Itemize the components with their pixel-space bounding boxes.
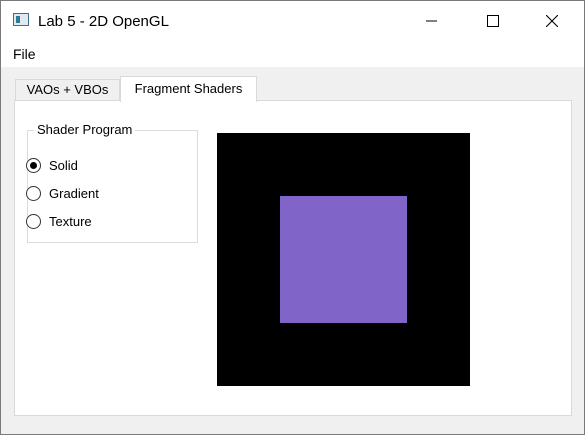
app-icon xyxy=(13,13,29,26)
menu-file[interactable]: File xyxy=(12,46,37,62)
rendered-square xyxy=(280,196,407,323)
shader-program-group: Shader Program Solid Gradient Texture xyxy=(26,122,198,243)
menu-bar: File xyxy=(1,41,584,67)
radio-button-checked[interactable] xyxy=(26,158,41,173)
radio-label-solid: Solid xyxy=(49,158,78,173)
radio-label-gradient: Gradient xyxy=(49,186,99,201)
minimize-button[interactable] xyxy=(409,1,455,41)
maximize-button[interactable] xyxy=(470,1,516,41)
main-window: Lab 5 - 2D OpenGL File VAOs + VBOs Fragm… xyxy=(0,0,585,435)
radio-button[interactable] xyxy=(26,214,41,229)
radio-button[interactable] xyxy=(26,186,41,201)
group-title: Shader Program xyxy=(34,122,136,137)
radio-label-texture: Texture xyxy=(49,214,92,229)
tab-panel-fragment-shaders: Shader Program Solid Gradient Texture xyxy=(14,100,572,416)
opengl-viewport[interactable] xyxy=(217,133,470,386)
tab-fragment-shaders[interactable]: Fragment Shaders xyxy=(120,76,257,102)
tab-bar: VAOs + VBOs Fragment Shaders xyxy=(1,67,584,102)
minimize-icon xyxy=(426,20,437,22)
tab-vaos-vbos[interactable]: VAOs + VBOs xyxy=(15,79,120,101)
close-button[interactable] xyxy=(529,1,575,41)
maximize-icon xyxy=(487,15,499,27)
window-title: Lab 5 - 2D OpenGL xyxy=(38,13,169,30)
close-icon xyxy=(546,15,558,27)
title-bar[interactable]: Lab 5 - 2D OpenGL xyxy=(1,1,584,41)
